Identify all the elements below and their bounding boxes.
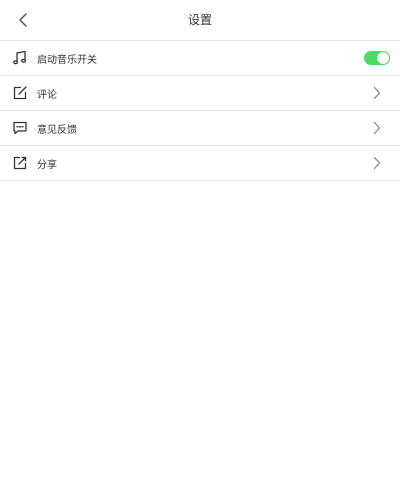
settings-item-feedback[interactable]: 意见反馈 (0, 111, 400, 146)
settings-item-label: 分享 (37, 159, 57, 171)
settings-screen: 设置 启动音乐开关 评论 意见反馈 分享 (0, 0, 400, 503)
settings-item-label: 启动音乐开关 (37, 54, 97, 66)
settings-item-label: 评论 (37, 89, 57, 101)
music-note-icon (12, 50, 28, 66)
feedback-icon (12, 120, 28, 136)
share-icon (12, 155, 28, 171)
chevron-right-icon (370, 121, 384, 135)
navbar: 设置 (0, 0, 400, 41)
toggle-knob (377, 52, 389, 64)
startup-music-toggle[interactable] (364, 51, 390, 65)
settings-item-label: 意见反馈 (37, 124, 77, 136)
settings-item-share[interactable]: 分享 (0, 146, 400, 181)
chevron-right-icon (370, 156, 384, 170)
page-title: 设置 (187, 13, 212, 27)
chevron-right-icon (370, 86, 384, 100)
settings-list: 启动音乐开关 评论 意见反馈 分享 (0, 41, 400, 181)
settings-item-comment[interactable]: 评论 (0, 76, 400, 111)
edit-icon (12, 85, 28, 101)
settings-item-startup-music: 启动音乐开关 (0, 41, 400, 76)
